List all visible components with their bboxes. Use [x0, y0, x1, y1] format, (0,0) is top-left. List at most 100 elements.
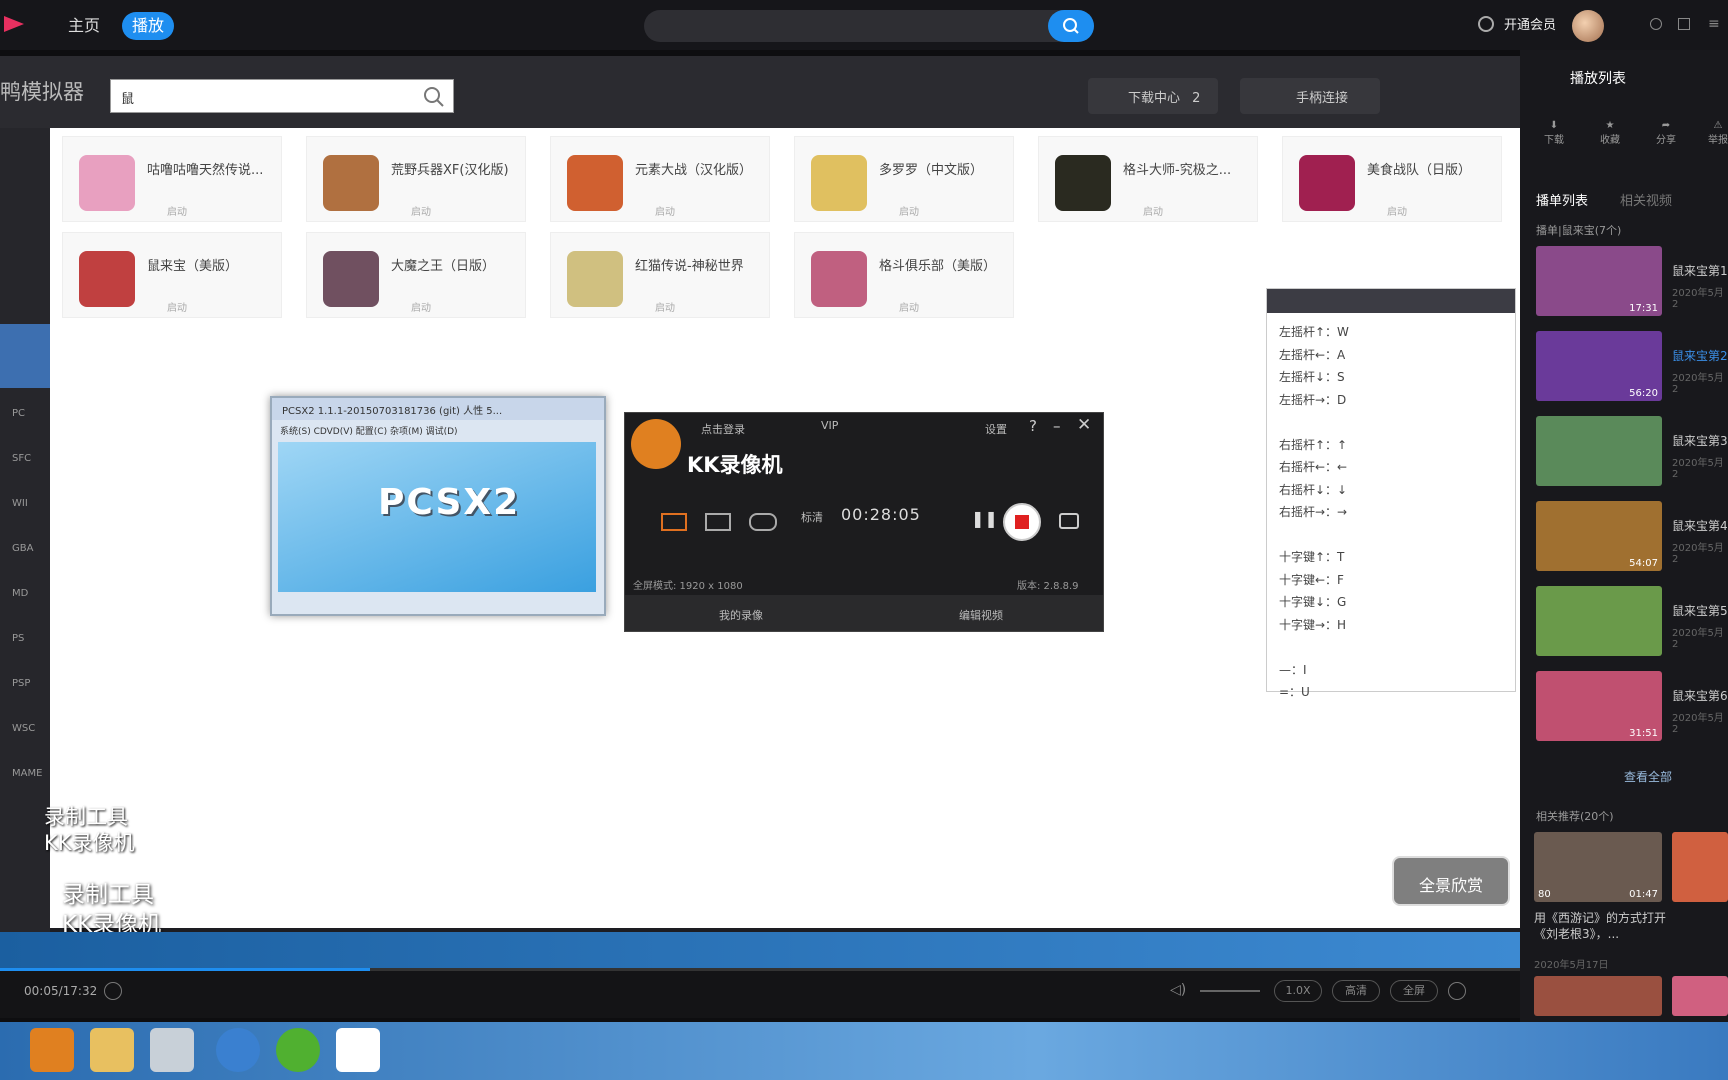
favorite-icon[interactable]: ★ 收藏: [1590, 120, 1630, 146]
green-app-taskbar-icon[interactable]: [276, 1028, 320, 1072]
episode-date: 2020年5月2: [1672, 628, 1724, 650]
report-icon[interactable]: ⚠ 举报: [1698, 120, 1728, 146]
game-thumbnail: [1055, 155, 1111, 211]
game-card: 鼠来宝（美版） 启动: [62, 232, 282, 318]
tab-related[interactable]: 相关视频: [1620, 190, 1672, 209]
share-icon[interactable]: ➦ 分享: [1646, 120, 1686, 146]
explorer-taskbar-icon[interactable]: [90, 1028, 134, 1072]
fullscreen-button[interactable]: 全屏: [1390, 980, 1438, 1002]
keymap-line: 右摇杆←：←: [1279, 460, 1348, 474]
related-duration: 01:47: [1629, 889, 1658, 900]
episode-title[interactable]: 鼠来宝第3: [1672, 432, 1728, 449]
search-input[interactable]: [644, 10, 1094, 42]
platform-item: PS: [12, 633, 25, 644]
kk-version: 版本: 2.8.8.9: [1017, 581, 1079, 592]
related-thumb-4[interactable]: [1672, 976, 1728, 1016]
episode-thumb[interactable]: [1536, 586, 1662, 656]
episode-title[interactable]: 鼠来宝第6: [1672, 687, 1728, 704]
panel-title: 播放列表: [1570, 71, 1626, 87]
download-icon[interactable]: ⬇ 下载: [1534, 120, 1574, 146]
game-card: 元素大战（汉化版） 启动: [550, 136, 770, 222]
nav-home[interactable]: 主页: [58, 12, 110, 40]
search-button[interactable]: [1048, 10, 1094, 42]
platform-item: GBA: [12, 543, 34, 554]
kk-vip: VIP: [821, 419, 839, 432]
playlist-label: 播单|鼠来宝(7个): [1536, 224, 1622, 237]
windows-taskbar: [0, 1022, 1728, 1080]
keymap-line: 左摇杆→：D: [1279, 392, 1347, 407]
emulator-sidebar: PC SFC WII GBA MD PS PSP WSC MAME: [0, 128, 50, 968]
game-name: 红猫传说-神秘世界: [635, 259, 744, 274]
episode-thumb[interactable]: [1536, 416, 1662, 486]
related-date: 2020年5月17日: [1534, 960, 1609, 971]
player-taskbar-icon[interactable]: [336, 1028, 380, 1072]
camera-icon: [1059, 513, 1079, 529]
k-app-taskbar-icon[interactable]: [216, 1028, 260, 1072]
record-stop-button: [1003, 503, 1041, 541]
view-all-button[interactable]: 查看全部: [1624, 768, 1672, 785]
minimize-icon: –: [1053, 417, 1061, 435]
episode-title[interactable]: 鼠来宝第2: [1672, 347, 1728, 364]
right-panel: 播放列表 ⬇ 下载 ★ 收藏 ➦ 分享 ⚠ 举报 播单列表 相关视频 播单|鼠来宝(7个…: [1520, 50, 1728, 1022]
platform-item: PSP: [12, 678, 31, 689]
clock-icon[interactable]: [1478, 16, 1494, 32]
game-name: 元素大战（汉化版）: [635, 163, 753, 178]
game-mode-icon: [749, 513, 777, 531]
volume-icon[interactable]: ◁): [1170, 982, 1186, 998]
game-launch-label: 启动: [411, 207, 431, 218]
related-thumb-3[interactable]: [1534, 976, 1662, 1016]
keymap-line: 十字键←：F: [1279, 572, 1344, 587]
danmaku-icon[interactable]: [104, 982, 122, 1000]
message-icon[interactable]: [1650, 18, 1662, 30]
episode-thumb[interactable]: 54:07: [1536, 501, 1662, 571]
game-card: 大魔之王（日版） 启动: [306, 232, 526, 318]
download-count: 2: [1192, 91, 1201, 106]
volume-slider[interactable]: [1200, 990, 1260, 992]
platform-item: MAME: [12, 768, 43, 779]
quality-button[interactable]: 高清: [1332, 980, 1380, 1002]
search-icon: [424, 87, 444, 107]
game-thumbnail: [811, 155, 867, 211]
panorama-button[interactable]: 全景欣赏: [1392, 856, 1510, 906]
my-recordings: 我的录像: [719, 609, 763, 622]
kk-logo-icon: [631, 419, 681, 469]
game-thumbnail: [79, 251, 135, 307]
kk-taskbar-icon[interactable]: [30, 1028, 74, 1072]
episode-thumb[interactable]: 31:51: [1536, 671, 1662, 741]
progress-bar[interactable]: [0, 968, 370, 971]
episode-title[interactable]: 鼠来宝第1: [1672, 262, 1728, 279]
related-thumb[interactable]: 80 01:47: [1534, 832, 1662, 902]
speed-button[interactable]: 1.0X: [1274, 980, 1322, 1002]
help-icon: ?: [1029, 417, 1037, 435]
episode-thumb[interactable]: 17:31: [1536, 246, 1662, 316]
episode-title[interactable]: 鼠来宝第5: [1672, 602, 1728, 619]
related-thumb-2[interactable]: [1672, 832, 1728, 902]
tab-playlist[interactable]: 播单列表: [1536, 190, 1588, 209]
episode-date: 2020年5月2: [1672, 713, 1724, 735]
related-title[interactable]: 用《西游记》的方式打开《刘老根3》，...: [1534, 910, 1674, 942]
kk-quality: 标清: [801, 511, 823, 524]
vip-button[interactable]: 开通会员: [1504, 14, 1556, 33]
kk-settings: 设置: [985, 423, 1007, 436]
episode-title[interactable]: 鼠来宝第4: [1672, 517, 1728, 534]
avatar[interactable]: [1572, 10, 1604, 42]
keymap-line: 十字键↑：T: [1279, 550, 1345, 564]
episode-duration: 31:51: [1629, 728, 1658, 739]
game-name: 咕噜咕噜天然传说...: [147, 163, 264, 178]
watermark-large: 录制工具 KK录像机: [62, 880, 161, 940]
settings-icon[interactable]: [1448, 982, 1466, 1000]
video-frame[interactable]: 鸭模拟器 鼠 下载中心 2 手柄连接 PC SFC WII GBA MD PS PSP WSC…: [0, 56, 1520, 968]
keymap-line: 十字键↓：G: [1279, 595, 1347, 609]
game-launch-label: 启动: [167, 207, 187, 218]
platform-item: WSC: [12, 723, 36, 734]
pcsx2-window: PCSX2 1.1.1-20150703181736 (git) 人性 5...…: [270, 396, 606, 616]
episode-thumb[interactable]: 56:20: [1536, 331, 1662, 401]
notepad-taskbar-icon[interactable]: [150, 1028, 194, 1072]
recorded-taskbar: [0, 932, 1520, 968]
emulator-search-input: 鼠: [110, 79, 454, 113]
episode-date: 2020年5月2: [1672, 373, 1724, 395]
skin-icon[interactable]: [1678, 18, 1690, 30]
menu-icon[interactable]: ≡: [1708, 16, 1720, 32]
game-card: 格斗俱乐部（美版） 启动: [794, 232, 1014, 318]
nav-play[interactable]: 播放: [122, 12, 175, 40]
